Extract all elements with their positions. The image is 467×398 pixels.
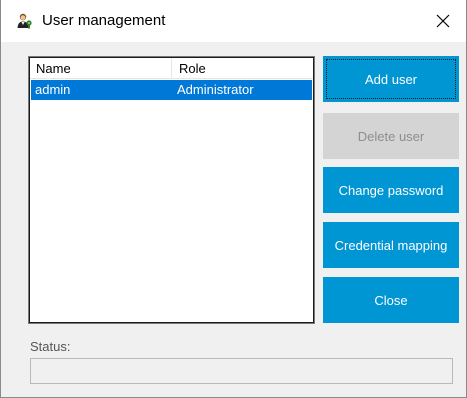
user-list-header: Name Role (30, 58, 313, 79)
delete-user-button[interactable]: Delete user (323, 113, 459, 159)
credential-mapping-button[interactable]: Credential mapping (323, 222, 459, 268)
user-row[interactable]: admin Administrator (31, 80, 312, 100)
title-bar: User management (1, 0, 466, 42)
close-button[interactable]: Close (323, 277, 459, 323)
user-management-dialog: User management Name Role admin Administ… (0, 0, 467, 398)
change-password-button[interactable]: Change password (323, 167, 459, 213)
window-title: User management (42, 12, 166, 29)
user-list[interactable]: Name Role admin Administrator (28, 56, 315, 324)
status-field (30, 358, 453, 384)
column-header-name[interactable]: Name (30, 58, 172, 79)
user-name-cell: admin (35, 82, 71, 97)
column-header-role[interactable]: Role (173, 58, 313, 79)
close-window-button[interactable] (420, 0, 466, 42)
user-management-icon (17, 13, 32, 29)
status-label: Status: (30, 339, 71, 354)
close-icon (436, 14, 450, 28)
user-role-cell: Administrator (177, 82, 254, 97)
add-user-button[interactable]: Add user (323, 56, 459, 102)
